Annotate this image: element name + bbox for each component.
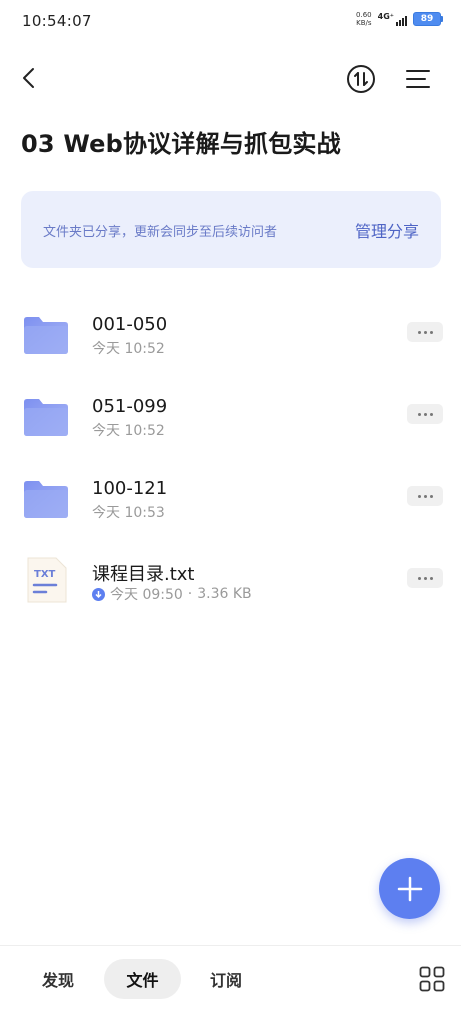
file-row-folder-2[interactable]: 051-099 今天 10:52 bbox=[0, 382, 461, 464]
file-list: 001-050 今天 10:52 051-099 今天 10:52 100-12… bbox=[0, 300, 461, 628]
file-row-folder-1[interactable]: 001-050 今天 10:52 bbox=[0, 300, 461, 382]
file-meta: 今天 10:52 bbox=[92, 338, 165, 358]
menu-button[interactable] bbox=[402, 63, 434, 95]
file-size: 3.36 KB bbox=[197, 586, 252, 602]
nav-bar bbox=[0, 55, 461, 103]
status-time: 10:54:07 bbox=[22, 12, 92, 30]
battery-level: 89 bbox=[413, 12, 441, 26]
battery-icon: 89 bbox=[413, 12, 443, 26]
file-date: 今天 09:50 bbox=[110, 587, 183, 603]
status-bar: 10:54:07 0.60 KB/s 4G⁺ 89 bbox=[0, 0, 461, 40]
page-title: 03 Web协议详解与抓包实战 bbox=[21, 130, 341, 158]
file-date: 今天 10:52 bbox=[92, 341, 165, 357]
file-name: 051-099 bbox=[92, 396, 168, 417]
network-type: 4G⁺ bbox=[377, 12, 394, 21]
txt-icon-label: TXT bbox=[34, 569, 56, 580]
file-row-txt[interactable]: TXT 课程目录.txt 今天 09:50 · 3.36 KB bbox=[0, 546, 461, 628]
grid-icon[interactable] bbox=[419, 966, 445, 992]
back-button[interactable] bbox=[14, 63, 44, 93]
sort-icon bbox=[347, 65, 375, 93]
more-button[interactable] bbox=[407, 568, 443, 588]
plus-icon bbox=[397, 876, 422, 901]
file-meta: 今天 10:53 bbox=[92, 502, 165, 522]
signal-icon: 4G⁺ bbox=[378, 12, 407, 26]
file-date: 今天 10:53 bbox=[92, 505, 165, 521]
txt-file-icon: TXT bbox=[27, 557, 67, 603]
file-meta: 今天 09:50 · 3.36 KB bbox=[92, 584, 252, 604]
add-button[interactable] bbox=[379, 858, 440, 919]
file-row-folder-3[interactable]: 100-121 今天 10:53 bbox=[0, 464, 461, 546]
downloaded-icon bbox=[92, 587, 105, 601]
sort-button[interactable] bbox=[345, 63, 377, 95]
net-speed: 0.60 KB/s bbox=[356, 11, 372, 27]
file-name: 课程目录.txt bbox=[92, 564, 195, 585]
net-speed-value: 0.60 bbox=[356, 11, 372, 19]
more-button[interactable] bbox=[407, 404, 443, 424]
tab-discover[interactable]: 发现 bbox=[22, 959, 94, 999]
tab-files[interactable]: 文件 bbox=[104, 959, 181, 999]
more-button[interactable] bbox=[407, 322, 443, 342]
menu-icon bbox=[406, 70, 430, 88]
file-name: 100-121 bbox=[92, 478, 168, 499]
tab-subscriptions[interactable]: 订阅 bbox=[190, 959, 262, 999]
back-arrow-icon bbox=[23, 68, 34, 88]
bottom-nav: 发现 文件 订阅 bbox=[0, 945, 461, 1024]
file-date: 今天 10:52 bbox=[92, 423, 165, 439]
folder-icon bbox=[24, 317, 68, 354]
net-speed-unit: KB/s bbox=[356, 19, 372, 27]
file-name: 001-050 bbox=[92, 314, 168, 335]
meta-separator: · bbox=[187, 586, 193, 602]
more-button[interactable] bbox=[407, 486, 443, 506]
status-indicators: 0.60 KB/s 4G⁺ 89 bbox=[356, 11, 443, 27]
manage-share-link[interactable]: 管理分享 bbox=[355, 218, 419, 242]
share-banner: 文件夹已分享，更新会同步至后续访问者 管理分享 bbox=[21, 191, 441, 268]
file-meta: 今天 10:52 bbox=[92, 420, 165, 440]
folder-icon bbox=[24, 481, 68, 518]
folder-icon bbox=[24, 399, 68, 436]
share-banner-text: 文件夹已分享，更新会同步至后续访问者 bbox=[43, 225, 278, 240]
